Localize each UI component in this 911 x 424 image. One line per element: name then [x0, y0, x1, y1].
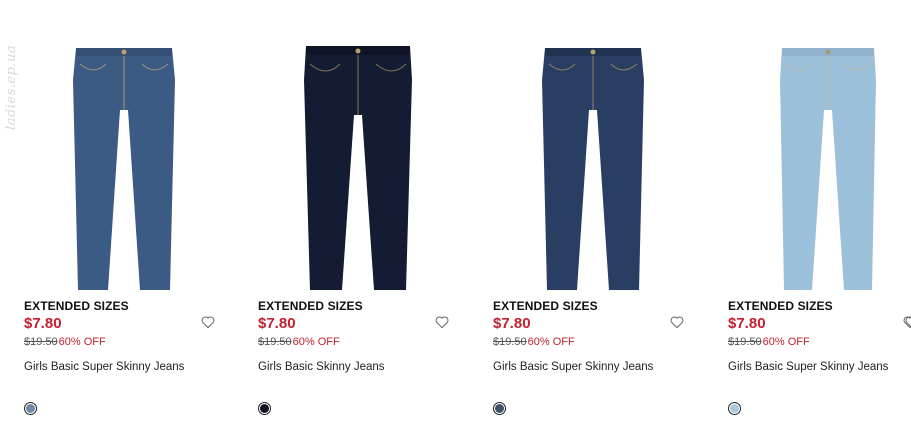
jeans-image: [304, 46, 412, 290]
sale-price: $7.80: [493, 315, 531, 332]
sale-price: $7.80: [24, 315, 62, 332]
product-name[interactable]: Girls Basic Skinny Jeans: [258, 361, 385, 373]
discount-label: 60% OFF: [527, 336, 575, 348]
product-grid: EXTENDED SIZES $7.80 $19.5060% OFF Girls…: [0, 0, 911, 424]
price-details: $19.5060% OFF: [258, 336, 340, 348]
product-image[interactable]: [288, 40, 428, 295]
heart-outline-icon[interactable]: [434, 314, 450, 330]
heart-outline-icon[interactable]: [669, 314, 685, 330]
price-details: $19.5060% OFF: [728, 336, 810, 348]
product-name[interactable]: Girls Basic Super Skinny Jeans: [24, 361, 184, 373]
product-image[interactable]: [54, 40, 194, 295]
color-swatch[interactable]: [728, 402, 741, 415]
discount-label: 60% OFF: [762, 336, 810, 348]
original-price: $19.50: [728, 336, 762, 348]
product-card: EXTENDED SIZES $7.80 $19.5060% OFF Girls…: [728, 0, 911, 424]
original-price: $19.50: [24, 336, 58, 348]
color-swatch[interactable]: [258, 402, 271, 415]
product-card: EXTENDED SIZES $7.80 $19.5060% OFF Girls…: [24, 0, 254, 424]
product-image[interactable]: [758, 40, 898, 295]
product-name[interactable]: Girls Basic Super Skinny Jeans: [728, 361, 888, 373]
heart-outline-icon[interactable]: [902, 314, 911, 330]
jeans-image: [542, 48, 644, 290]
jeans-image: [780, 48, 876, 290]
heart-outline-icon[interactable]: [200, 314, 216, 330]
price-details: $19.5060% OFF: [493, 336, 575, 348]
sale-price: $7.80: [258, 315, 296, 332]
product-name[interactable]: Girls Basic Super Skinny Jeans: [493, 361, 653, 373]
color-swatch[interactable]: [493, 402, 506, 415]
product-image[interactable]: [523, 40, 663, 295]
extended-sizes-badge: EXTENDED SIZES: [24, 299, 129, 313]
color-swatch[interactable]: [24, 402, 37, 415]
original-price: $19.50: [258, 336, 292, 348]
extended-sizes-badge: EXTENDED SIZES: [493, 299, 598, 313]
extended-sizes-badge: EXTENDED SIZES: [728, 299, 833, 313]
discount-label: 60% OFF: [292, 336, 340, 348]
product-card: EXTENDED SIZES $7.80 $19.5060% OFF Girls…: [493, 0, 723, 424]
product-card: EXTENDED SIZES $7.80 $19.5060% OFF Girls…: [258, 0, 488, 424]
discount-label: 60% OFF: [58, 336, 106, 348]
price-details: $19.5060% OFF: [24, 336, 106, 348]
sale-price: $7.80: [728, 315, 766, 332]
extended-sizes-badge: EXTENDED SIZES: [258, 299, 363, 313]
original-price: $19.50: [493, 336, 527, 348]
jeans-image: [73, 48, 175, 290]
